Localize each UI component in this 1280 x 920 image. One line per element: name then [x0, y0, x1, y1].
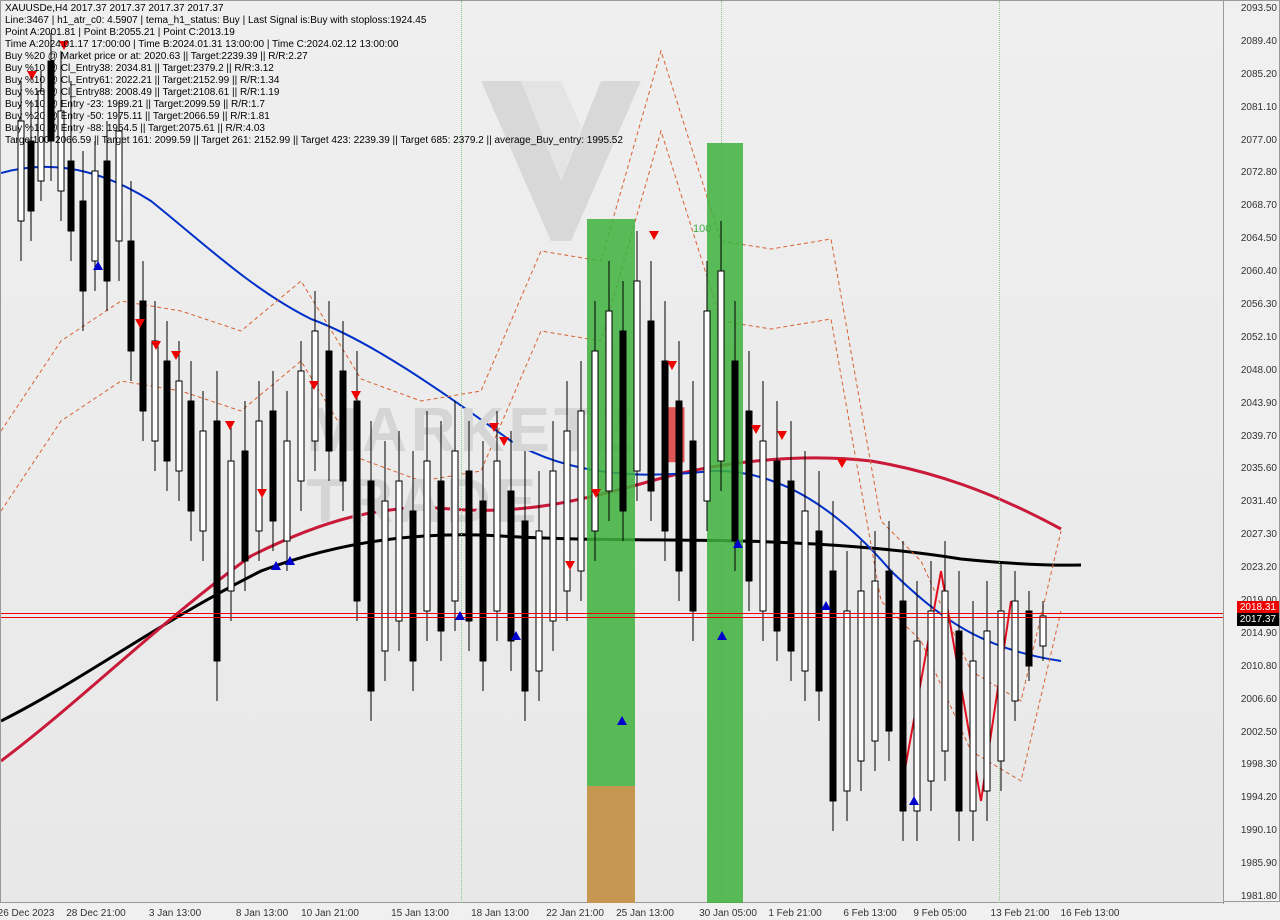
time-tick: 13 Feb 21:00	[991, 908, 1050, 919]
highlight-zone-1-orange	[587, 786, 635, 903]
info-line: Buy %20 @ Entry -50: 1975.11 || Target:2…	[5, 111, 623, 123]
price-tick: 1985.90	[1225, 858, 1277, 869]
time-axis: 26 Dec 2023 28 Dec 21:00 3 Jan 13:00 8 Jan …	[0, 902, 1223, 920]
sell-signal-icon	[309, 381, 319, 390]
info-line: Buy %10 @ Entry -88: 1954.5 || Target:20…	[5, 123, 623, 135]
sell-signal-icon	[777, 431, 787, 440]
info-line: Buy %10 @ Entry -23: 1989.21 || Target:2…	[5, 99, 623, 111]
watermark-divider-icon	[665, 407, 685, 462]
info-line: Buy %10 @ Cl_Entry61: 2022.21 || Target:…	[5, 75, 623, 87]
time-tick: 25 Jan 13:00	[616, 908, 674, 919]
price-tick: 2093.50	[1225, 3, 1277, 14]
info-line: Point A:2001.81 | Point B:2055.21 | Poin…	[5, 27, 623, 39]
info-line: Buy %20 @ Market price or at: 2020.63 ||…	[5, 51, 623, 63]
price-tick: 2035.60	[1225, 463, 1277, 474]
time-tick: 22 Jan 21:00	[546, 908, 604, 919]
buy-signal-icon	[93, 261, 103, 270]
price-tick: 1990.10	[1225, 825, 1277, 836]
buy-signal-icon	[733, 539, 743, 548]
sell-signal-icon	[591, 489, 601, 498]
price-line-red-2	[1, 617, 1223, 618]
sell-signal-icon	[351, 391, 361, 400]
time-tick: 26 Dec 2023	[0, 908, 54, 919]
symbol-title: XAUUSDe,H4 2017.37 2017.37 2017.37 2017.…	[5, 3, 623, 15]
price-tick: 2081.10	[1225, 102, 1277, 113]
buy-signal-icon	[285, 556, 295, 565]
buy-signal-icon	[511, 631, 521, 640]
price-tick: 2039.70	[1225, 431, 1277, 442]
sell-signal-icon	[649, 231, 659, 240]
info-line: Time A:2024.01.17 17:00:00 | Time B:2024…	[5, 39, 623, 51]
price-tick: 2077.00	[1225, 135, 1277, 146]
time-tick: 1 Feb 21:00	[768, 908, 821, 919]
chart-canvas[interactable]: MARKETZ TRADE	[0, 0, 1224, 904]
time-tick: 30 Jan 05:00	[699, 908, 757, 919]
time-tick: 3 Jan 13:00	[149, 908, 201, 919]
time-tick: 9 Feb 05:00	[913, 908, 966, 919]
price-axis: 2018.31 2017.37 2093.502089.402085.20208…	[1223, 0, 1280, 902]
price-tick: 1994.20	[1225, 792, 1277, 803]
sell-signal-icon	[499, 437, 509, 446]
buy-signal-icon	[271, 561, 281, 570]
point-c-vertical	[999, 1, 1001, 903]
price-tick: 2014.90	[1225, 628, 1277, 639]
info-line: Buy %10 @ Cl_Entry38: 2034.81 || Target:…	[5, 63, 623, 75]
price-tick: 2056.30	[1225, 299, 1277, 310]
sell-signal-icon	[751, 425, 761, 434]
highlight-zone-2	[707, 143, 743, 903]
price-tick: 2031.40	[1225, 496, 1277, 507]
sell-signal-icon	[151, 341, 161, 350]
time-tick: 8 Jan 13:00	[236, 908, 288, 919]
time-tick: 10 Jan 21:00	[301, 908, 359, 919]
time-tick: 15 Jan 13:00	[391, 908, 449, 919]
price-tick: 2089.40	[1225, 36, 1277, 47]
buy-signal-icon	[821, 601, 831, 610]
sell-signal-icon	[225, 421, 235, 430]
price-tick: 2043.90	[1225, 398, 1277, 409]
sell-signal-icon	[489, 423, 499, 432]
buy-signal-icon	[717, 631, 727, 640]
price-tick: 2002.50	[1225, 727, 1277, 738]
price-tick: 2010.80	[1225, 661, 1277, 672]
price-tick: 2072.80	[1225, 167, 1277, 178]
sell-signal-icon	[565, 561, 575, 570]
buy-signal-icon	[909, 796, 919, 805]
time-tick: 16 Feb 13:00	[1061, 908, 1120, 919]
info-line: Line:3467 | h1_atr_c0: 4.5907 | tema_h1_…	[5, 15, 623, 27]
time-tick: 28 Dec 21:00	[66, 908, 126, 919]
buy-signal-icon	[617, 716, 627, 725]
price-tick: 2085.20	[1225, 69, 1277, 80]
info-line: Buy %10 @ Cl_Entry88: 2008.49 || Target:…	[5, 87, 623, 99]
price-tick: 2027.30	[1225, 529, 1277, 540]
time-tick: 6 Feb 13:00	[843, 908, 896, 919]
sell-signal-icon	[171, 351, 181, 360]
time-tick: 18 Jan 13:00	[471, 908, 529, 919]
sell-signal-icon	[135, 319, 145, 328]
info-line: Target100: 2066.59 || Target 161: 2099.5…	[5, 135, 623, 147]
price-tick: 2064.50	[1225, 233, 1277, 244]
price-tick: 2048.00	[1225, 365, 1277, 376]
price-tick: 2060.40	[1225, 266, 1277, 277]
price-line-red	[1, 613, 1223, 614]
chart-info-panel: XAUUSDe,H4 2017.37 2017.37 2017.37 2017.…	[5, 3, 623, 147]
price-tick: 2052.10	[1225, 332, 1277, 343]
buy-signal-icon	[455, 611, 465, 620]
price-tick: 1998.30	[1225, 759, 1277, 770]
sell-signal-icon	[667, 361, 677, 370]
price-tick: 2068.70	[1225, 200, 1277, 211]
price-tick: 2023.20	[1225, 562, 1277, 573]
price-tick: 2006.60	[1225, 694, 1277, 705]
price-tick: 1981.80	[1225, 891, 1277, 902]
point-label-100: 100	[693, 223, 711, 235]
watermark-right: TRADE	[307, 467, 541, 536]
price-label-current: 2017.37	[1237, 613, 1279, 626]
sell-signal-icon	[837, 459, 847, 468]
sell-signal-icon	[257, 489, 267, 498]
